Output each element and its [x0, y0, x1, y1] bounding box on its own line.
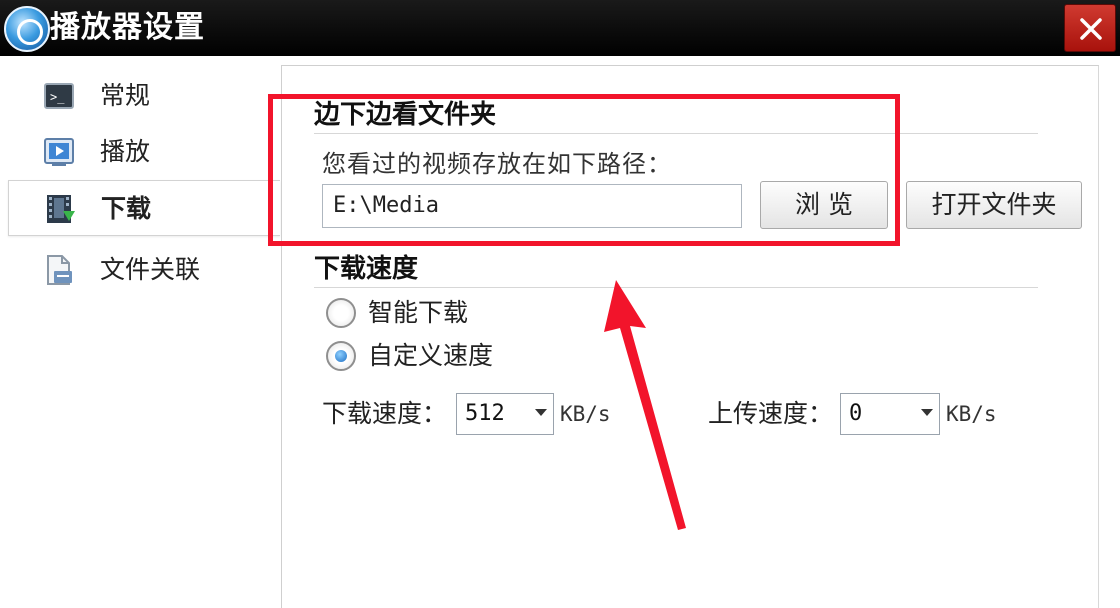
annotation-arrow-icon	[604, 280, 686, 530]
sidebar-item-playback[interactable]: 播放	[8, 124, 280, 180]
terminal-icon: >_	[44, 83, 74, 109]
chevron-down-icon	[921, 409, 933, 416]
download-speed-heading: 下载速度	[314, 254, 419, 284]
sidebar-item-label: 常规	[100, 81, 151, 110]
title-bar: 播放器设置	[0, 0, 1120, 56]
sidebar-item-label: 文件关联	[100, 255, 201, 284]
radio-button[interactable]	[326, 298, 356, 328]
download-speed-select[interactable]: 512	[456, 393, 554, 435]
sidebar-item-download[interactable]: 下载	[8, 180, 280, 236]
film-download-icon	[47, 195, 75, 223]
file-association-icon	[47, 255, 72, 285]
chevron-down-icon	[535, 409, 547, 416]
upload-speed-select[interactable]: 0	[840, 393, 940, 435]
download-speed-label: 下载速度：	[322, 399, 448, 428]
sidebar-item-general[interactable]: >_ 常规	[8, 68, 280, 124]
annotation-highlight-box	[268, 94, 900, 246]
close-icon	[1080, 18, 1102, 40]
settings-sidebar: >_ 常规 播放 下载 文件关联	[0, 56, 282, 608]
radio-label: 智能下载	[368, 298, 469, 327]
close-button[interactable]	[1064, 4, 1116, 52]
sidebar-item-file-association[interactable]: 文件关联	[8, 242, 280, 298]
play-icon	[44, 138, 74, 166]
upload-speed-unit: KB/s	[946, 402, 997, 426]
upload-speed-label: 上传速度：	[708, 399, 834, 428]
sidebar-item-label: 播放	[100, 137, 151, 166]
radio-label: 自定义速度	[368, 341, 494, 370]
download-speed-value: 512	[465, 401, 505, 426]
svg-text:>_: >_	[50, 90, 65, 104]
open-folder-button[interactable]: 打开文件夹	[906, 181, 1082, 229]
upload-speed-value: 0	[849, 401, 863, 426]
radio-button[interactable]	[326, 341, 356, 371]
player-logo-icon	[4, 6, 50, 52]
window-title: 播放器设置	[50, 10, 205, 45]
sidebar-item-label: 下载	[101, 194, 152, 223]
